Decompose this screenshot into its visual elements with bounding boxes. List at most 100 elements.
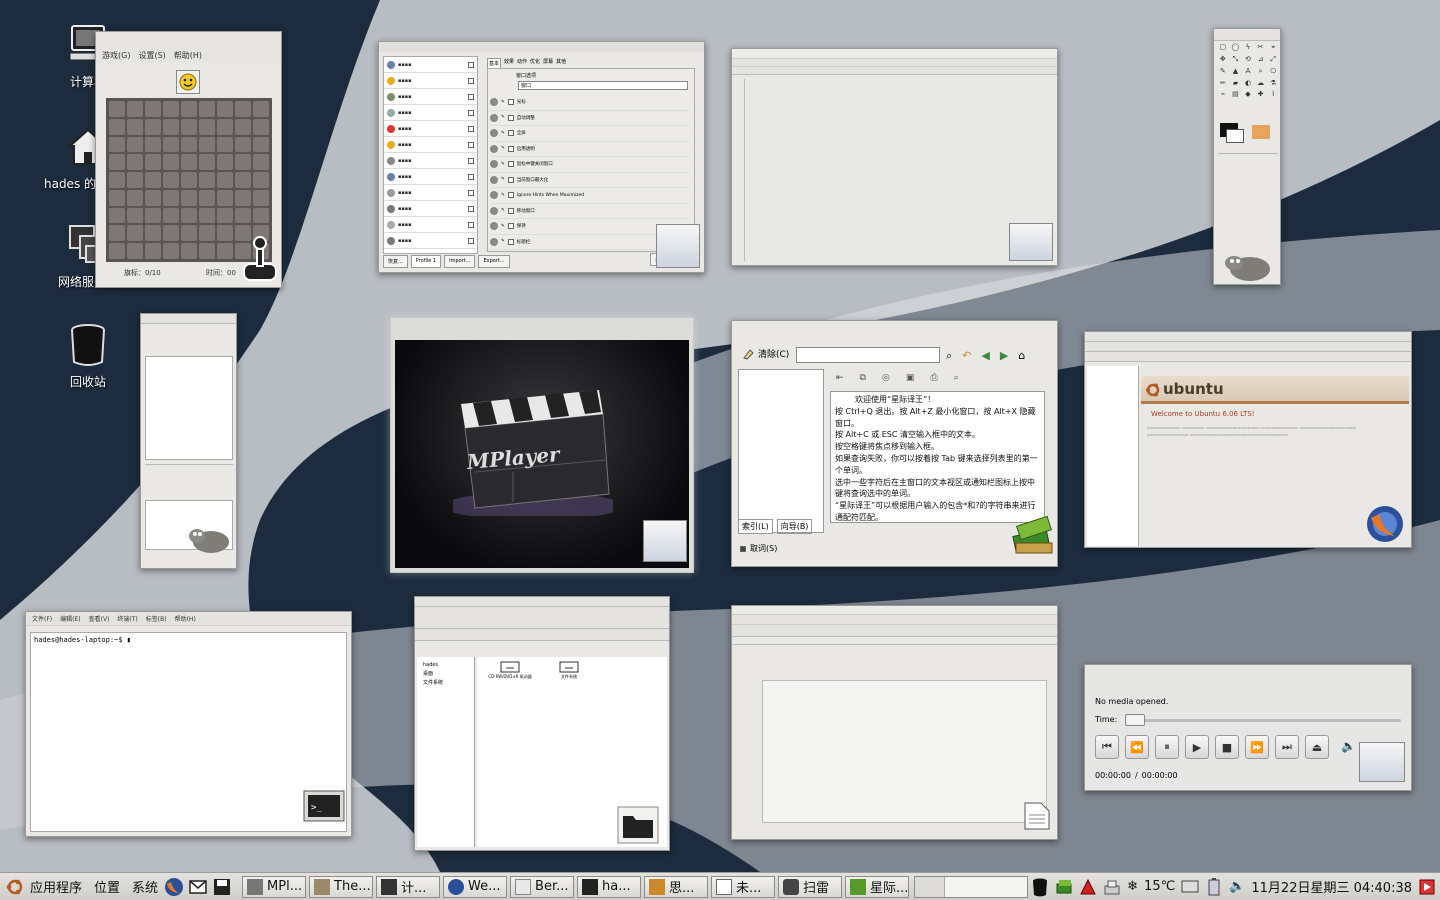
scan-checkbox[interactable] xyxy=(740,545,746,552)
menu-game[interactable]: 游戏(G) xyxy=(102,50,130,61)
mine-cell[interactable] xyxy=(145,136,161,153)
gimp-tool-icon[interactable]: ⌕ xyxy=(1256,67,1266,76)
browser-sidebar[interactable] xyxy=(1087,366,1139,546)
option-checkbox[interactable] xyxy=(507,207,514,214)
gimp-tool-icon[interactable]: ⌖ xyxy=(1268,43,1278,52)
mine-cell[interactable] xyxy=(127,189,143,206)
mine-cell[interactable] xyxy=(235,136,251,153)
mine-cell[interactable] xyxy=(235,172,251,188)
sidebar-item[interactable]: 文件系统 xyxy=(423,679,468,688)
terminal-output[interactable]: hades@hades-laptop:~$ ▮ xyxy=(30,632,347,832)
applications-menu[interactable]: 应用程序 xyxy=(24,877,88,896)
option-row[interactable]: ✎ 自动调整 xyxy=(490,111,690,126)
mine-cell[interactable] xyxy=(127,225,143,242)
option-checkbox[interactable] xyxy=(507,192,514,199)
mail-launcher-icon[interactable] xyxy=(188,877,208,897)
workspace-2[interactable] xyxy=(945,877,1027,897)
workspace-1[interactable] xyxy=(915,876,946,897)
import-button[interactable]: Import... xyxy=(444,255,476,268)
undo-icon[interactable]: ↶ xyxy=(962,349,971,363)
mine-cell[interactable] xyxy=(199,136,215,153)
system-menu[interactable]: 系统 xyxy=(126,877,164,896)
option-checkbox[interactable] xyxy=(507,99,514,106)
skip-start-icon[interactable]: ⏮ xyxy=(1095,735,1119,759)
mine-cell[interactable] xyxy=(145,243,161,259)
task-button[interactable]: The... xyxy=(309,875,374,898)
mine-cell[interactable] xyxy=(217,118,233,135)
mine-cell[interactable] xyxy=(253,154,269,171)
gimp-tool-icon[interactable]: ▤ xyxy=(1231,90,1241,98)
option-row[interactable]: ✎ 启用透明 xyxy=(490,142,690,157)
window-media-player[interactable]: No media opened. Time: ⏮ ⏪ ⏸ ▶ ■ ⏩ ⏭ ⏏ 🔈… xyxy=(1084,664,1412,791)
first-icon[interactable]: ⇤ xyxy=(836,373,844,383)
mine-cell[interactable] xyxy=(199,225,215,242)
mine-cell[interactable] xyxy=(217,101,233,117)
mine-cell[interactable] xyxy=(109,225,125,242)
mine-cell[interactable] xyxy=(235,101,251,117)
mine-cell[interactable] xyxy=(109,243,125,259)
mine-cell[interactable] xyxy=(217,189,233,206)
gimp-tool-icon[interactable]: ◆ xyxy=(1243,90,1253,98)
option-row[interactable]: ✎ Ignore Hints When Maximized xyxy=(490,188,690,204)
option-row[interactable]: ✎ 鼠标中键关闭窗口 xyxy=(490,157,690,173)
option-checkbox[interactable] xyxy=(507,176,514,183)
mine-cell[interactable] xyxy=(235,118,251,135)
mine-cell[interactable] xyxy=(163,225,179,242)
home-icon[interactable]: ⌂ xyxy=(1018,349,1025,363)
mine-cell[interactable] xyxy=(235,189,251,206)
battery-tray-icon[interactable] xyxy=(1205,877,1223,896)
mine-cell[interactable] xyxy=(253,189,269,206)
gimp-tool-icon[interactable]: ▲ xyxy=(1231,67,1241,76)
seek-handle[interactable] xyxy=(1125,714,1145,726)
option-row[interactable]: ✎ 光标 xyxy=(490,95,690,111)
word-list[interactable] xyxy=(738,369,824,533)
network-tray-icon[interactable] xyxy=(1103,878,1121,896)
dictionary-text-view[interactable]: 欢迎使用“星际译王”！ 按 Ctrl+Q 退出。按 Alt+Z 最小化窗口，按 … xyxy=(830,391,1045,523)
mine-cell[interactable] xyxy=(181,118,197,135)
mine-cell[interactable] xyxy=(109,172,125,188)
window-editor-draft[interactable] xyxy=(731,48,1058,266)
volume-icon[interactable]: 🔈 xyxy=(1341,739,1356,753)
mine-cell[interactable] xyxy=(145,225,161,242)
display-tray-icon[interactable] xyxy=(1181,878,1199,896)
menu-help[interactable]: 帮助(H) xyxy=(174,50,202,61)
mine-cell[interactable] xyxy=(199,207,215,224)
window-type-select[interactable]: 窗口 xyxy=(518,81,688,90)
mine-cell[interactable] xyxy=(235,154,251,171)
file-sidebar[interactable]: hades 桌面 文件系统 xyxy=(417,657,475,847)
sidebar-item[interactable]: hades xyxy=(423,661,468,670)
file-item-filesystem[interactable]: 文件系统 xyxy=(549,661,589,680)
sidebar-item[interactable]: 桌面 xyxy=(423,670,468,679)
gimp-tool-icon[interactable]: ✚ xyxy=(1256,90,1266,98)
stop-icon[interactable]: ■ xyxy=(1215,735,1239,759)
gimp-tool-icon[interactable]: ▰ xyxy=(1231,79,1241,87)
window-word-processor[interactable] xyxy=(731,605,1058,840)
mine-cell[interactable] xyxy=(217,207,233,224)
mine-cell[interactable] xyxy=(109,101,125,117)
option-checkbox[interactable] xyxy=(507,130,514,137)
mine-cell[interactable] xyxy=(199,101,215,117)
gimp-tool-icon[interactable]: ◐ xyxy=(1243,79,1253,87)
play-icon[interactable]: ▶ xyxy=(1185,735,1209,759)
option-checkbox[interactable] xyxy=(507,161,514,168)
mine-cell[interactable] xyxy=(199,154,215,171)
settings-list[interactable]: ▪▪▪▪ ▪▪▪▪ ▪▪▪▪ ▪▪▪▪ ▪▪▪▪ ▪▪▪▪ ▪▪▪▪ ▪▪▪▪ … xyxy=(383,56,478,254)
profile-select[interactable]: Profile 1 xyxy=(410,255,442,268)
mine-cell[interactable] xyxy=(181,243,197,259)
mine-cell[interactable] xyxy=(217,172,233,188)
mine-cell[interactable] xyxy=(145,118,161,135)
dictionary-tray-icon[interactable] xyxy=(1055,878,1073,896)
window-mplayer[interactable]: MPlayer xyxy=(390,317,694,573)
option-checkbox[interactable] xyxy=(507,145,514,152)
mine-cell[interactable] xyxy=(163,243,179,259)
export-button[interactable]: Export... xyxy=(478,255,510,268)
gimp-tool-icon[interactable]: ϟ xyxy=(1243,43,1253,52)
task-button[interactable]: ha... xyxy=(577,875,642,898)
mine-cell[interactable] xyxy=(145,172,161,188)
mine-cell[interactable] xyxy=(181,225,197,242)
mine-cell[interactable] xyxy=(217,154,233,171)
gimp-tool-icon[interactable]: ⤢ xyxy=(1268,55,1278,64)
task-button[interactable]: 未... xyxy=(711,875,776,898)
mine-cell[interactable] xyxy=(163,101,179,117)
editor-page-area[interactable] xyxy=(744,79,1053,261)
